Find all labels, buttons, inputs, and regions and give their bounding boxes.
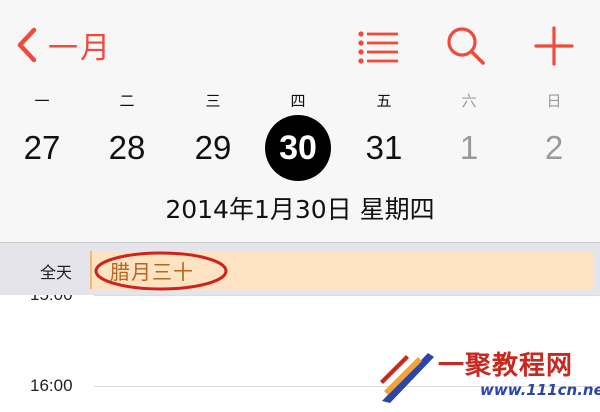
day-cell[interactable]: 2 [529, 123, 579, 173]
all-day-label: 全天 [40, 263, 73, 282]
site-watermark: 一聚教程网 www.111cn.net [378, 345, 600, 407]
highlight-circle-annotation [94, 251, 228, 291]
selected-date-label: 2014年1月30日 星期四 [165, 195, 435, 224]
selected-day-cell[interactable]: 30 [265, 115, 331, 181]
watermark-url: www.111cn.net [480, 381, 600, 399]
watermark-title: 一聚教程网 [438, 351, 574, 381]
chevron-left-icon [17, 27, 37, 63]
day-cell[interactable]: 1 [444, 123, 494, 173]
calendar-header: 一月 一 二 三 四 五 六 日 27 28 29 30 31 1 2 2014… [0, 0, 600, 242]
weekday-wed: 三 [205, 92, 221, 110]
day-cell[interactable]: 28 [102, 123, 152, 173]
weekday-sat: 六 [461, 92, 477, 110]
day-cell[interactable]: 31 [359, 123, 409, 173]
day-cell[interactable]: 27 [17, 123, 67, 173]
day-cell[interactable]: 29 [188, 123, 238, 173]
time-label-16: 16:00 [30, 376, 73, 395]
pen-logo-icon [380, 353, 434, 403]
plus-icon[interactable] [532, 24, 576, 68]
time-label-15: 15:00 [30, 295, 73, 305]
weekday-tue: 二 [119, 92, 135, 110]
back-to-month-button[interactable]: 一月 [12, 22, 112, 68]
weekday-sun: 日 [546, 92, 562, 110]
weekday-mon: 一 [34, 92, 50, 110]
weekday-fri: 五 [376, 92, 392, 110]
weekday-thu: 四 [290, 92, 306, 110]
list-icon[interactable] [356, 24, 400, 68]
hour-line [94, 295, 600, 296]
all-day-row: 全天 腊月三十 [0, 243, 600, 295]
back-month-label: 一月 [48, 31, 112, 66]
search-icon[interactable] [444, 24, 488, 68]
